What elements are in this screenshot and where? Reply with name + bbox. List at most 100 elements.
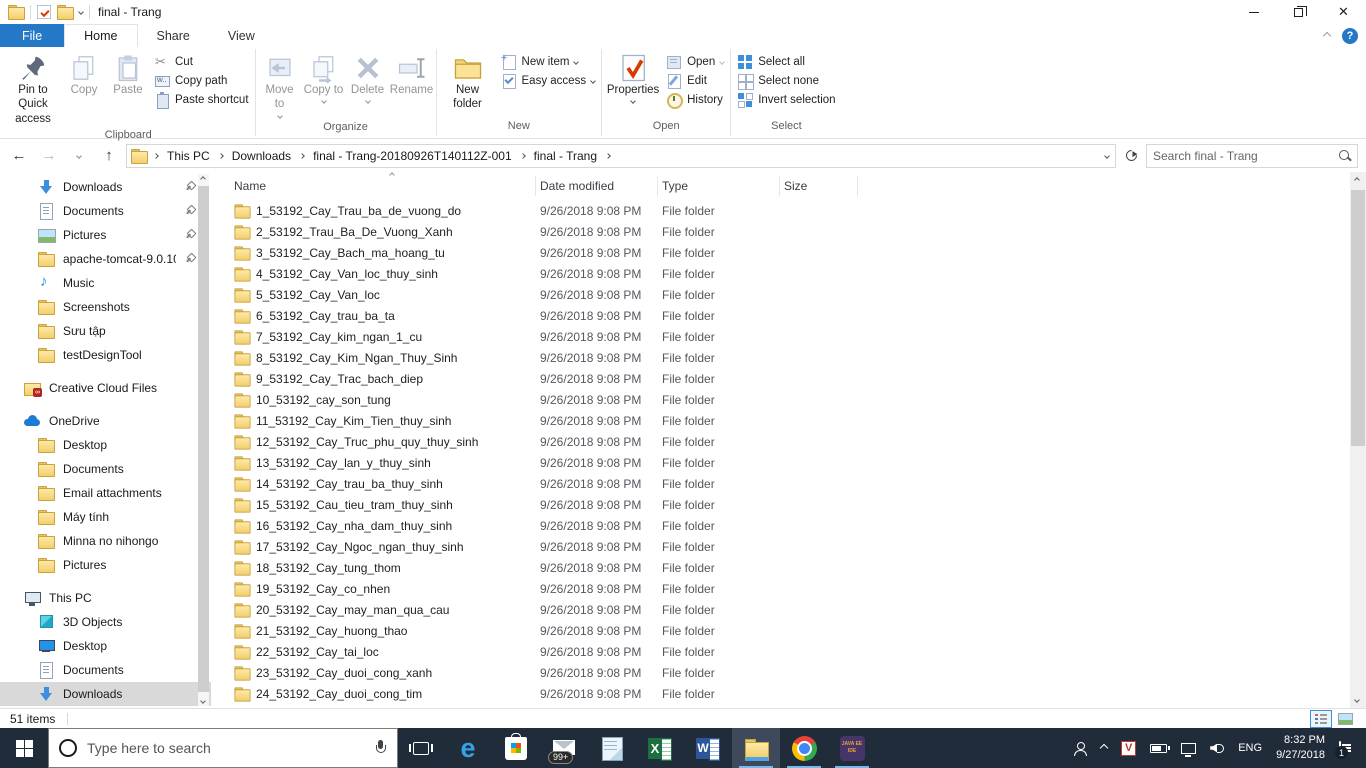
sidebar-item-onedrive[interactable]: OneDrive xyxy=(0,409,211,433)
file-row[interactable]: 15_53192_Cau_tieu_tram_thuy_sinh 9/26/201… xyxy=(230,494,1366,515)
new-folder-button[interactable]: New folder xyxy=(439,50,497,115)
file-row[interactable]: 3_53192_Cay_Bach_ma_hoang_tu 9/26/2018 9:… xyxy=(230,242,1366,263)
column-header-name[interactable]: Name xyxy=(230,176,536,196)
language-indicator[interactable]: ENG xyxy=(1238,742,1262,754)
sidebar-item-s-u-t-p[interactable]: Sưu tập xyxy=(0,319,211,343)
file-row[interactable]: 2_53192_Trau_Ba_De_Vuong_Xanh 9/26/2018 9… xyxy=(230,221,1366,242)
sidebar-item-downloads[interactable]: Downloads xyxy=(0,175,211,199)
new-folder-qat-icon[interactable] xyxy=(57,5,74,20)
select-all-button[interactable]: Select all xyxy=(737,54,835,70)
scroll-up-icon[interactable] xyxy=(200,176,206,182)
properties-qat-icon[interactable] xyxy=(37,5,51,19)
forward-button[interactable]: → xyxy=(36,144,62,168)
file-row[interactable]: 22_53192_Cay_tai_loc 9/26/2018 9:08 PM Fil… xyxy=(230,641,1366,662)
sidebar-item-documents[interactable]: Documents xyxy=(0,457,211,481)
back-button[interactable]: ← xyxy=(6,144,32,168)
history-button[interactable]: History xyxy=(666,92,724,109)
microphone-icon[interactable] xyxy=(375,740,387,756)
edit-button[interactable]: Edit xyxy=(666,73,724,89)
file-row[interactable]: 21_53192_Cay_huong_thao 9/26/2018 9:08 PM… xyxy=(230,620,1366,641)
file-row[interactable]: 11_53192_Cay_Kim_Tien_thuy_sinh 9/26/2018… xyxy=(230,410,1366,431)
sidebar-item-apache-tomcat-9-0-10[interactable]: apache-tomcat-9.0.10 xyxy=(0,247,211,271)
search-input[interactable] xyxy=(1153,148,1332,163)
file-row[interactable]: 1_53192_Cay_Trau_ba_de_vuong_do 9/26/2018… xyxy=(230,200,1366,221)
file-row[interactable]: 12_53192_Cay_Truc_phu_quy_thuy_sinh 9/26/… xyxy=(230,431,1366,452)
taskbar-search-input[interactable] xyxy=(87,740,365,756)
help-icon[interactable]: ? xyxy=(1342,27,1358,44)
taskbar-explorer-button[interactable] xyxy=(732,728,780,768)
minimize-button[interactable] xyxy=(1231,0,1276,24)
battery-icon[interactable] xyxy=(1150,743,1171,753)
sidebar-scrollbar[interactable] xyxy=(198,174,209,706)
sidebar-item-documents[interactable]: Documents xyxy=(0,199,211,223)
file-row[interactable]: 7_53192_Cay_kim_ngan_1_cu 9/26/2018 9:08 … xyxy=(230,326,1366,347)
taskbar-eclipse-button[interactable]: JAVA EE IDE xyxy=(828,728,876,768)
file-row[interactable]: 6_53192_Cay_trau_ba_ta 9/26/2018 9:08 PM F… xyxy=(230,305,1366,326)
sidebar-item-desktop[interactable]: Desktop xyxy=(0,634,211,658)
copy-path-button[interactable]: Copy path xyxy=(154,73,249,89)
rename-button[interactable]: Rename xyxy=(390,50,434,100)
sidebar-item-email-attachments[interactable]: Email attachments xyxy=(0,481,211,505)
up-button[interactable]: ↑ xyxy=(96,144,122,168)
invert-selection-button[interactable]: Invert selection xyxy=(737,92,836,108)
action-center-button[interactable]: 1 xyxy=(1335,741,1348,759)
properties-button[interactable]: Properties xyxy=(604,50,662,106)
breadcrumb-final-trang[interactable]: final - Trang xyxy=(532,149,599,163)
sidebar-item-creative-cloud-files[interactable]: Creative Cloud Files xyxy=(0,376,211,400)
delete-button[interactable]: Delete xyxy=(346,50,390,106)
tab-view[interactable]: View xyxy=(209,24,274,47)
volume-icon[interactable] xyxy=(1210,742,1225,754)
address-bar[interactable]: This PC Downloads final - Trang-20180926… xyxy=(126,143,1116,168)
file-row[interactable]: 5_53192_Cay_Van_loc 9/26/2018 9:08 PM File… xyxy=(230,284,1366,305)
file-row[interactable]: 19_53192_Cay_co_nhen 9/26/2018 9:08 PM Fil… xyxy=(230,578,1366,599)
new-item-button[interactable]: New item xyxy=(501,54,596,70)
scrollbar-thumb[interactable] xyxy=(198,186,209,692)
customize-qat-caret-icon[interactable] xyxy=(78,9,84,15)
move-to-button[interactable]: Move to xyxy=(258,50,302,121)
column-header-type[interactable]: Type xyxy=(658,176,780,196)
network-icon[interactable] xyxy=(1181,742,1197,757)
taskbar-chrome-button[interactable] xyxy=(780,728,828,768)
column-header-size[interactable]: Size xyxy=(780,176,858,196)
paste-button[interactable]: Paste xyxy=(106,50,150,100)
file-row[interactable]: 17_53192_Cay_Ngoc_ngan_thuy_sinh 9/26/201… xyxy=(230,536,1366,557)
start-button[interactable] xyxy=(0,728,48,768)
taskbar-mail-button[interactable]: 99+ xyxy=(540,728,588,768)
sidebar-item-music[interactable]: Music xyxy=(0,271,211,295)
sidebar-item-pictures[interactable]: Pictures xyxy=(0,553,211,577)
paste-shortcut-button[interactable]: Paste shortcut xyxy=(154,92,249,109)
file-row[interactable]: 9_53192_Cay_Trac_bach_diep 9/26/2018 9:08… xyxy=(230,368,1366,389)
file-row[interactable]: 10_53192_cay_son_tung 9/26/2018 9:08 PM Fi… xyxy=(230,389,1366,410)
sidebar-item-downloads[interactable]: Downloads xyxy=(0,682,211,706)
task-view-button[interactable] xyxy=(398,728,444,768)
breadcrumb-this-pc[interactable]: This PC xyxy=(165,149,212,163)
tab-share[interactable]: Share xyxy=(138,24,209,47)
easy-access-button[interactable]: Easy access xyxy=(501,73,596,89)
copy-to-button[interactable]: Copy to xyxy=(302,50,346,106)
tab-file[interactable]: File xyxy=(0,24,65,47)
select-none-button[interactable]: Select none xyxy=(737,73,835,89)
details-view-button[interactable] xyxy=(1310,709,1332,728)
address-dropdown-icon[interactable] xyxy=(1104,152,1110,159)
people-icon[interactable] xyxy=(1073,741,1088,756)
taskbar-word-button[interactable] xyxy=(684,728,732,768)
file-row[interactable]: 16_53192_Cay_nha_dam_thuy_sinh 9/26/2018 … xyxy=(230,515,1366,536)
clock[interactable]: 8:32 PM 9/27/2018 xyxy=(1276,733,1325,763)
column-header-date-modified[interactable]: Date modified xyxy=(536,176,658,196)
sidebar-item-m-y-t-nh[interactable]: Máy tính xyxy=(0,505,211,529)
file-row[interactable]: 14_53192_Cay_trau_ba_thuy_sinh 9/26/2018 … xyxy=(230,473,1366,494)
thumbnails-view-button[interactable] xyxy=(1334,710,1356,728)
file-row[interactable]: 8_53192_Cay_Kim_Ngan_Thuy_Sinh 9/26/2018 … xyxy=(230,347,1366,368)
taskbar-notepad-button[interactable] xyxy=(588,728,636,768)
taskbar-search[interactable] xyxy=(48,728,398,768)
file-row[interactable]: 24_53192_Cay_duoi_cong_tim 9/26/2018 9:08… xyxy=(230,683,1366,704)
sidebar-item-3d-objects[interactable]: 3D Objects xyxy=(0,610,211,634)
breadcrumb-downloads[interactable]: Downloads xyxy=(230,149,293,163)
sidebar-item-desktop[interactable]: Desktop xyxy=(0,433,211,457)
refresh-button[interactable] xyxy=(1120,145,1142,167)
breadcrumb-zip-folder[interactable]: final - Trang-20180926T140112Z-001 xyxy=(311,149,514,163)
unikey-icon[interactable]: V xyxy=(1121,740,1137,756)
copy-button[interactable]: Copy xyxy=(62,50,106,100)
file-row[interactable]: 4_53192_Cay_Van_loc_thuy_sinh 9/26/2018 9… xyxy=(230,263,1366,284)
sidebar-item-testdesigntool[interactable]: testDesignTool xyxy=(0,343,211,367)
